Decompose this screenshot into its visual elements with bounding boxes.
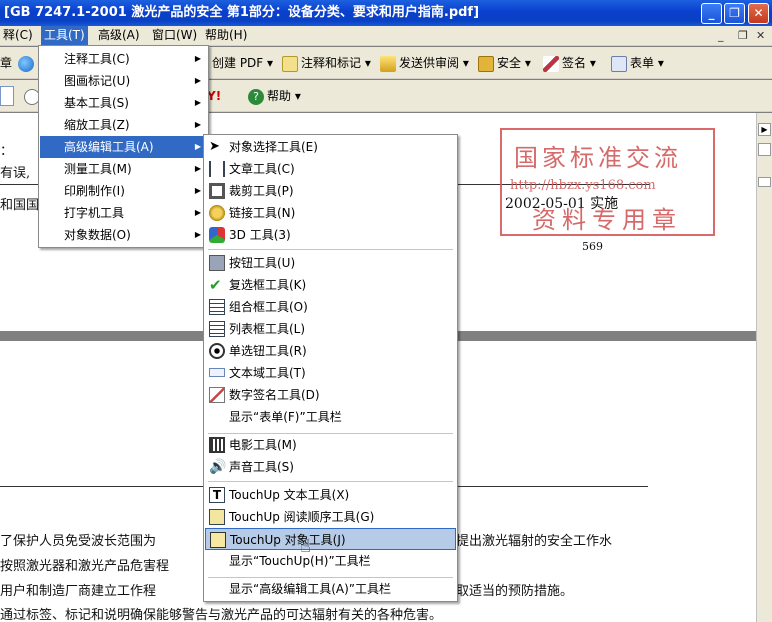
scroll-up-icon[interactable]: ▶ <box>758 123 771 136</box>
menu-item-object-select[interactable]: ➤ 对象选择工具(E) <box>205 136 456 158</box>
globe-icon[interactable] <box>18 53 37 73</box>
menu-item-listbox-tool[interactable]: 列表框工具(L) <box>205 318 456 340</box>
menu-item-show-advanced-toolbar[interactable]: 显示“高级编辑工具(A)”工具栏 <box>205 578 456 600</box>
restore-button[interactable]: ❐ <box>724 3 745 24</box>
3d-icon <box>209 227 225 243</box>
doc-minimize-icon[interactable]: _ <box>718 29 724 42</box>
doc-text-fragment: 和国国 <box>0 198 40 213</box>
mouse-cursor-icon: ☝ <box>300 536 311 557</box>
forms-button[interactable]: 表单 ▾ <box>611 53 664 73</box>
send-review-icon <box>380 55 396 72</box>
touchup-object-icon <box>210 532 226 548</box>
menu-item-basic-tools[interactable]: 基本工具(S) ▶ <box>40 92 207 114</box>
menu-item-drawing-markup[interactable]: 图画标记(U) ▶ <box>40 70 207 92</box>
doc-paragraph: 按照激光器和激光产品危害程 <box>0 559 170 574</box>
doc-text-fragment: 有误, <box>0 166 31 181</box>
menu-item-show-touchup-toolbar[interactable]: 显示“TouchUp(H)”工具栏 <box>205 550 456 572</box>
security-button[interactable]: 安全 ▾ <box>478 53 531 73</box>
toolbar-partial-label: 章 <box>0 56 13 70</box>
link-icon <box>209 205 225 221</box>
menu-bar: 释(C) 工具(T) 高级(A) 窗口(W) 帮助(H) _ ❐ ✕ <box>0 26 772 46</box>
checkbox-icon: ✔ <box>209 276 222 294</box>
menu-item-textfield-tool[interactable]: 文本域工具(T) <box>205 362 456 384</box>
yahoo-button[interactable]: Y! <box>207 86 221 106</box>
menu-item-zoom-tools[interactable]: 缩放工具(Z) ▶ <box>40 114 207 136</box>
select-arrow-icon: ➤ <box>209 139 220 154</box>
signature-icon <box>209 387 225 403</box>
sign-button[interactable]: 签名 ▾ <box>543 53 596 73</box>
comment-markup-button[interactable]: 注释和标记 ▾ <box>282 53 371 73</box>
doc-page-number: 569 <box>582 240 603 253</box>
menu-item-touchup-reading-order[interactable]: TouchUp 阅读顺序工具(G) <box>205 506 456 528</box>
forms-icon <box>611 55 627 72</box>
menu-item-show-forms-toolbar[interactable]: 显示“表单(F)”工具栏 <box>205 406 456 428</box>
send-review-button[interactable]: 发送供审阅 ▾ <box>380 53 469 73</box>
menu-item-touchup-text[interactable]: T TouchUp 文本工具(X) <box>205 484 456 506</box>
stamp-text: 资料专用章 <box>532 206 682 234</box>
menu-item-combobox-tool[interactable]: 组合框工具(O) <box>205 296 456 318</box>
doc-close-icon[interactable]: ✕ <box>756 29 765 42</box>
menu-help[interactable]: 帮助(H) <box>202 26 250 45</box>
crop-icon <box>209 183 225 199</box>
lock-icon <box>478 55 494 72</box>
menu-item-article[interactable]: 文章工具(C) <box>205 158 456 180</box>
textfield-icon <box>209 368 225 377</box>
menu-item-touchup-object[interactable]: TouchUp 对象工具(J) <box>205 528 456 550</box>
doc-paragraph: 提出激光辐射的安全工作水 <box>456 534 613 549</box>
menu-item-3d[interactable]: 3D 工具(3) <box>205 224 456 246</box>
close-button[interactable]: ✕ <box>748 3 769 24</box>
menu-item-button-tool[interactable]: 按钮工具(U) <box>205 252 456 274</box>
touchup-text-icon: T <box>209 487 225 503</box>
radio-icon <box>209 343 225 359</box>
menu-item-digital-signature-tool[interactable]: 数字签名工具(D) <box>205 384 456 406</box>
pen-icon <box>543 55 559 72</box>
menu-advanced[interactable]: 高级(A) <box>95 26 143 45</box>
stamp-text: 国家标准交流 <box>514 144 682 172</box>
vertical-scrollbar[interactable]: ▶ <box>756 113 772 622</box>
menu-item-object-data[interactable]: 对象数据(O) ▶ <box>40 224 207 246</box>
menu-window[interactable]: 窗口(W) <box>149 26 200 45</box>
combobox-icon <box>209 299 225 315</box>
doc-paragraph: 了保护人员免受波长范围为 <box>0 534 157 549</box>
page-arrow-icon[interactable] <box>0 86 14 106</box>
tools-menu: 注释工具(C) ▶ 图画标记(U) ▶ 基本工具(S) ▶ 缩放工具(Z) ▶ 高级编辑… <box>38 45 209 248</box>
menu-item-checkbox-tool[interactable]: ✔ 复选框工具(K) <box>205 274 456 296</box>
minimize-button[interactable]: _ <box>701 3 722 24</box>
menu-item-movie-tool[interactable]: 电影工具(M) <box>205 434 456 456</box>
stamp-text: http://hbzx.ys168.com <box>510 178 656 193</box>
menu-item-measuring-tools[interactable]: 测量工具(M) ▶ <box>40 158 207 180</box>
scroll-thumb[interactable] <box>758 177 771 187</box>
window-titlebar: [GB 7247.1-2001 激光产品的安全 第1部分：设备分类、要求和用户指… <box>0 0 772 26</box>
seal-stamp: 国家标准交流 http://hbzx.ys168.com 资料专用章 <box>500 128 715 236</box>
doc-text-fragment: ： <box>0 144 14 159</box>
advanced-editing-submenu: ➤ 对象选择工具(E) 文章工具(C) 裁剪工具(P) 链接工具(N) 3D 工… <box>203 134 458 602</box>
menu-item-radio-tool[interactable]: 单选钮工具(R) <box>205 340 456 362</box>
menu-comments[interactable]: 释(C) <box>0 26 36 45</box>
comment-icon <box>282 55 298 72</box>
menu-item-print-production[interactable]: 印刷制作(I) ▶ <box>40 180 207 202</box>
speaker-icon: 🔊 <box>209 459 227 475</box>
button-icon <box>209 255 225 271</box>
listbox-icon <box>209 321 225 337</box>
window-title: [GB 7247.1-2001 激光产品的安全 第1部分：设备分类、要求和用户指… <box>4 5 480 20</box>
help-icon: ? <box>248 88 264 105</box>
create-pdf-button[interactable]: 创建 PDF ▾ <box>212 53 273 73</box>
help-button[interactable]: ? 帮助 ▾ <box>248 86 301 106</box>
menu-item-advanced-editing[interactable]: 高级编辑工具(A) ▶ <box>40 136 207 158</box>
menu-item-link[interactable]: 链接工具(N) <box>205 202 456 224</box>
menu-item-crop[interactable]: 裁剪工具(P) <box>205 180 456 202</box>
doc-paragraph: 通过标签、标记和说明确保能够警告与激光产品的可达辐射有关的各种危害。 <box>0 608 443 622</box>
reading-order-icon <box>209 509 225 525</box>
menu-item-sound-tool[interactable]: 🔊 声音工具(S) <box>205 456 456 478</box>
menu-item-typewriter[interactable]: 打字机工具 ▶ <box>40 202 207 224</box>
doc-paragraph: 用户和制造厂商建立工作程 <box>0 584 157 599</box>
menu-item-comment-tools[interactable]: 注释工具(C) ▶ <box>40 48 207 70</box>
doc-restore-icon[interactable]: ❐ <box>738 29 748 42</box>
doc-paragraph: 取适当的预防措施。 <box>456 584 574 599</box>
article-icon <box>209 161 225 177</box>
scroll-button[interactable] <box>758 143 771 156</box>
film-icon <box>209 437 225 453</box>
menu-tools[interactable]: 工具(T) <box>41 26 88 45</box>
